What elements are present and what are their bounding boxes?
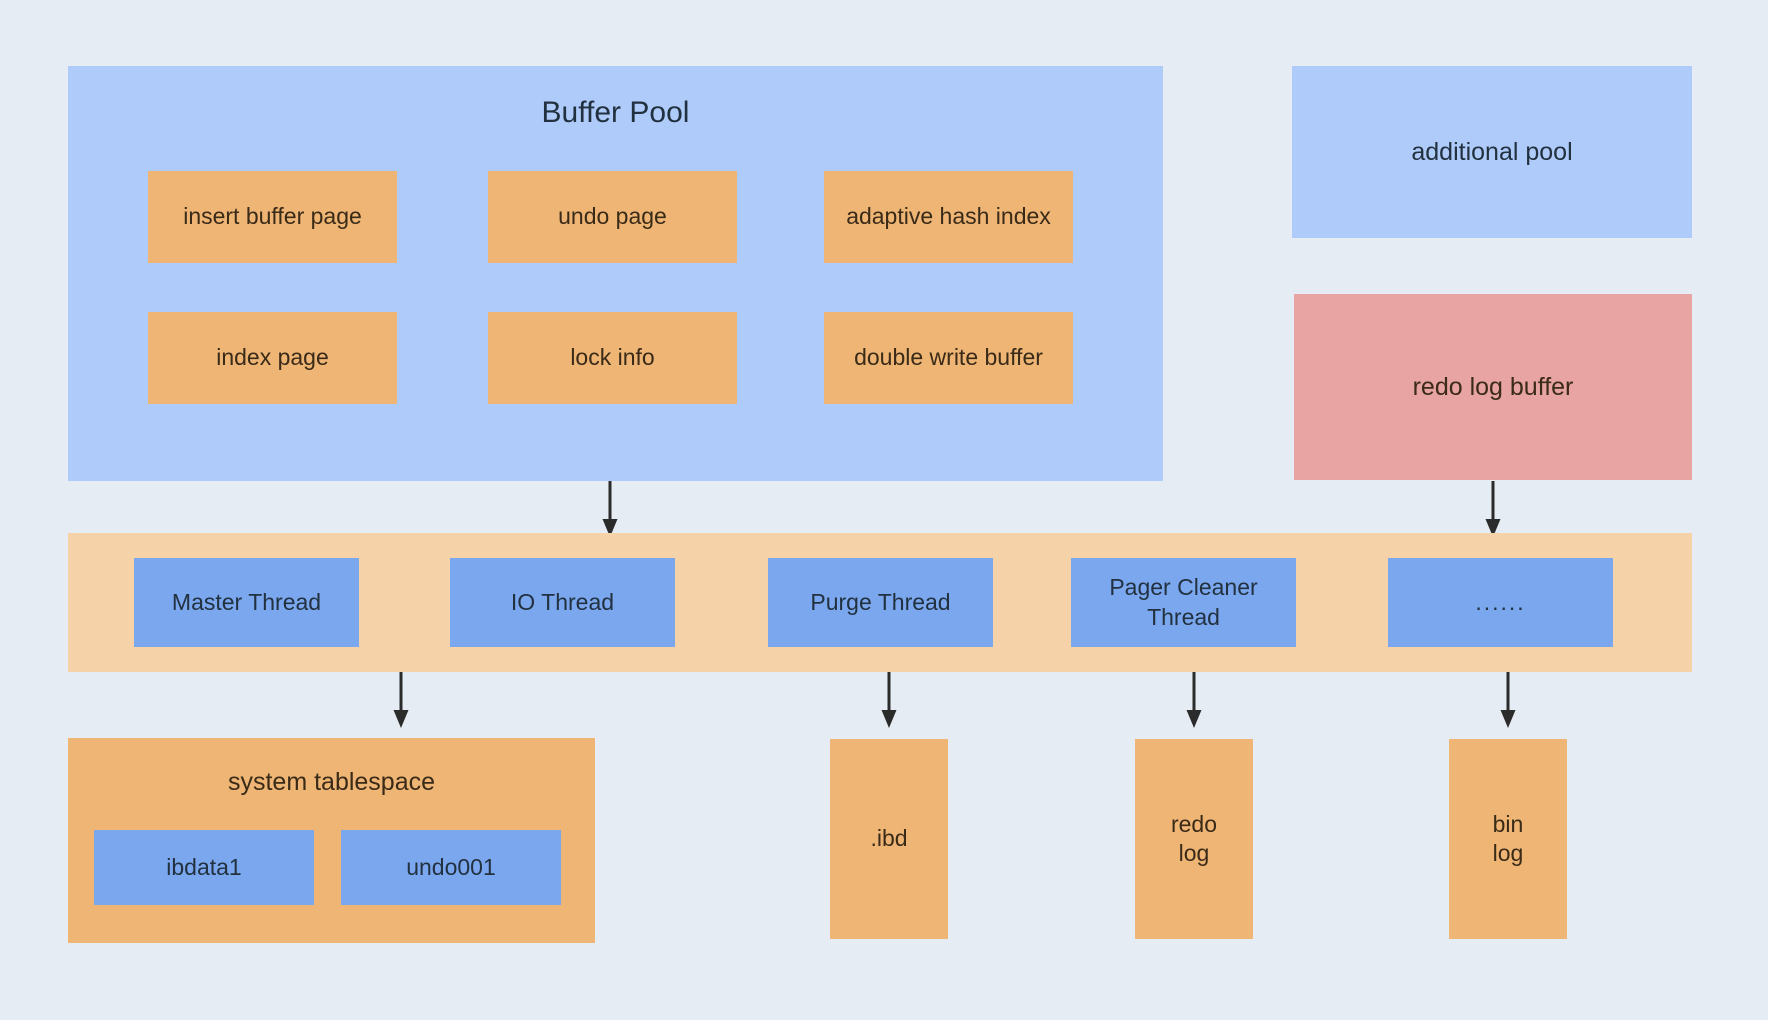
cell-label: adaptive hash index xyxy=(846,203,1051,230)
thread-label: Master Thread xyxy=(171,588,322,615)
thread-box-ellipsis: ...... xyxy=(1388,558,1613,647)
redo-log-buffer-box: redo log buffer xyxy=(1294,294,1692,480)
storage-file-ibd: .ibd xyxy=(830,739,948,939)
buffer-pool-title: Buffer Pool xyxy=(541,96,690,129)
cell-label: undo page xyxy=(558,203,667,230)
thread-box-io-thread: IO Thread xyxy=(450,558,675,647)
cell-label: insert buffer page xyxy=(183,203,362,230)
storage-file-bin-log: bin log xyxy=(1449,739,1567,939)
thread-box-purge-thread: Purge Thread xyxy=(768,558,993,647)
thread-label: Pager Cleaner Thread xyxy=(1109,574,1258,630)
diagram-canvas: Buffer Pool insert buffer page undo page… xyxy=(0,0,1768,1020)
arrow-buffer-pool-to-threads xyxy=(599,481,621,539)
arrow-ellipsis-thread-to-bin-log xyxy=(1497,672,1519,730)
thread-band-container: Master Thread IO Thread Purge Thread Pag… xyxy=(68,533,1692,672)
system-tablespace-title: system tablespace xyxy=(227,768,436,796)
buffer-pool-cell-adaptive-hash-index: adaptive hash index xyxy=(824,171,1073,263)
redo-log-buffer-label: redo log buffer xyxy=(1412,373,1574,401)
additional-pool-label: additional pool xyxy=(1411,138,1573,166)
thread-label: Purge Thread xyxy=(810,588,951,615)
additional-pool-box: additional pool xyxy=(1292,66,1692,238)
buffer-pool-cell-double-write-buffer: double write buffer xyxy=(824,312,1073,404)
cell-label: lock info xyxy=(570,344,655,371)
system-tablespace-container: system tablespace ibdata1 undo001 xyxy=(68,738,595,943)
arrow-pager-cleaner-thread-to-redo-log xyxy=(1183,672,1205,730)
cell-label: index page xyxy=(216,344,329,371)
thread-label: ...... xyxy=(1475,588,1526,615)
file-label: undo001 xyxy=(406,853,496,880)
buffer-pool-cell-index-page: index page xyxy=(148,312,397,404)
buffer-pool-cell-undo-page: undo page xyxy=(488,171,737,263)
storage-file-redo-log: redo log xyxy=(1135,739,1253,939)
buffer-pool-cell-lock-info: lock info xyxy=(488,312,737,404)
tablespace-file-ibdata1: ibdata1 xyxy=(94,830,314,905)
thread-box-pager-cleaner-thread: Pager Cleaner Thread xyxy=(1071,558,1296,647)
file-label: bin log xyxy=(1492,810,1524,866)
arrow-redo-log-buffer-to-threads xyxy=(1482,481,1504,539)
cell-label: double write buffer xyxy=(854,344,1043,371)
file-label: redo log xyxy=(1170,810,1218,866)
thread-label: IO Thread xyxy=(510,588,615,615)
arrow-purge-thread-to-ibd xyxy=(878,672,900,730)
file-label: ibdata1 xyxy=(166,853,242,880)
thread-box-master-thread: Master Thread xyxy=(134,558,359,647)
buffer-pool-cell-insert-buffer-page: insert buffer page xyxy=(148,171,397,263)
file-label: .ibd xyxy=(870,825,908,852)
arrow-master-thread-to-system-tablespace xyxy=(390,672,412,730)
tablespace-file-undo001: undo001 xyxy=(341,830,561,905)
buffer-pool-container: Buffer Pool insert buffer page undo page… xyxy=(68,66,1163,481)
